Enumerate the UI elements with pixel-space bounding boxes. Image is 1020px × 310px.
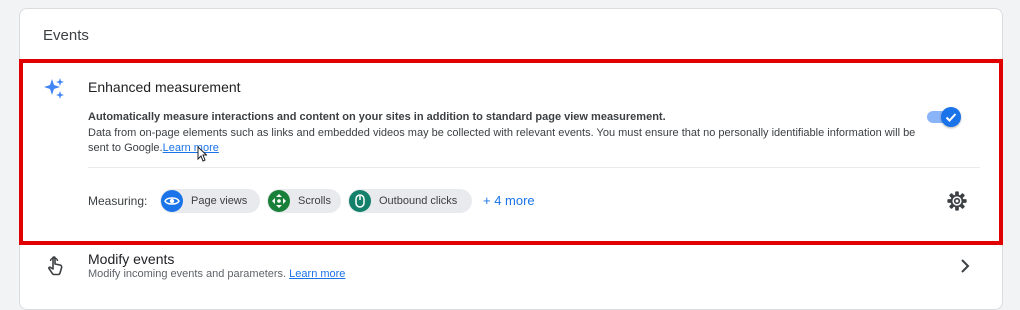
modify-learn-more-link[interactable]: Learn more [289, 268, 345, 280]
check-icon [945, 113, 957, 122]
more-measurements-link[interactable]: + 4 more [483, 193, 535, 208]
mouse-cursor-icon [197, 146, 207, 162]
chip-page-views: Page views [160, 189, 260, 213]
divider [88, 167, 980, 168]
chip-label: Outbound clicks [379, 195, 458, 207]
sparkle-icon [44, 78, 64, 99]
gear-icon[interactable] [946, 190, 968, 212]
chip-label: Scrolls [298, 195, 332, 207]
eye-icon [161, 190, 183, 212]
modify-events-title[interactable]: Modify events [88, 251, 174, 267]
enhanced-measurement-title: Enhanced measurement [88, 79, 241, 95]
enhanced-measurement-toggle[interactable] [925, 106, 963, 128]
mouse-icon [349, 190, 371, 212]
touch-icon [48, 256, 63, 276]
measuring-label: Measuring: [88, 194, 148, 208]
enhanced-measurement-summary: Automatically measure interactions and c… [88, 111, 666, 123]
chip-label: Page views [191, 195, 248, 207]
chevron-right-icon[interactable] [957, 258, 973, 274]
enhanced-measurement-description: Data from on-page elements such as links… [88, 126, 918, 156]
chip-scrolls: Scrolls [267, 189, 341, 213]
modify-events-description: Modify incoming events and parameters. L… [88, 268, 345, 280]
modify-events-text: Modify incoming events and parameters. [88, 268, 287, 280]
chip-outbound-clicks: Outbound clicks [348, 189, 472, 213]
section-title: Events [43, 27, 89, 44]
learn-more-link[interactable]: Learn more [163, 142, 219, 154]
scroll-icon [268, 190, 290, 212]
toggle-knob [941, 107, 961, 127]
